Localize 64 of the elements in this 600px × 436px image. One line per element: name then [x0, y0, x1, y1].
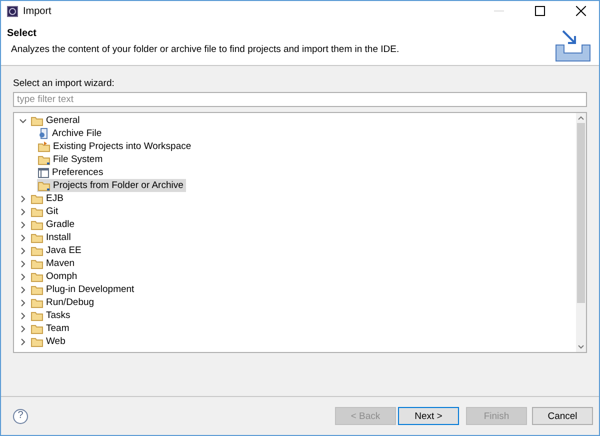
tree-item[interactable]: Gradle: [30, 218, 78, 231]
window-title: Import: [23, 6, 52, 16]
close-icon[interactable]: [576, 6, 586, 16]
tree-item[interactable]: Java EE: [30, 244, 84, 257]
folder-icon: [31, 194, 43, 204]
chevron-down-icon[interactable]: [19, 116, 27, 124]
tree-item[interactable]: Team: [30, 322, 72, 335]
chevron-right-icon[interactable]: [19, 208, 27, 216]
folder-with-arrow-icon: [38, 141, 50, 152]
page-description: Analyzes the content of your folder or archive file to find projects and import them in the IDE.: [10, 44, 400, 55]
folder-icon: [31, 116, 43, 126]
tree-item[interactable]: General: [30, 114, 83, 127]
tree-item[interactable]: Run/Debug: [30, 296, 98, 309]
chevron-right-icon[interactable]: [19, 312, 27, 320]
help-button[interactable]: ?: [13, 408, 28, 424]
dialog-button[interactable]: Next >: [398, 407, 459, 425]
tree-item[interactable]: Projects from Folder or Archive: [37, 179, 186, 192]
chevron-right-icon[interactable]: [19, 298, 27, 306]
chevron-right-icon[interactable]: [19, 286, 27, 294]
chevron-right-icon[interactable]: [19, 246, 27, 254]
dialog-button[interactable]: Cancel: [532, 407, 593, 425]
chevron-right-icon[interactable]: [19, 234, 27, 242]
jar-file-icon: [38, 128, 49, 139]
scroll-down-icon[interactable]: [578, 345, 584, 349]
folder-icon: [31, 284, 43, 294]
folder-icon: [31, 272, 43, 282]
scrollbar[interactable]: [576, 113, 586, 352]
window-icon: [38, 168, 49, 178]
chevron-right-icon[interactable]: [19, 194, 27, 202]
folder-icon: [31, 246, 43, 256]
tree-item[interactable]: Archive File: [37, 127, 105, 140]
tree-item[interactable]: Git: [30, 205, 62, 218]
chevron-right-icon[interactable]: [19, 324, 27, 332]
folder-icon: [31, 206, 43, 216]
chevron-right-icon[interactable]: [19, 338, 27, 346]
folder-icon: [31, 298, 43, 308]
folder-icon: [31, 310, 43, 320]
folder-icon: [38, 180, 50, 190]
filter-field[interactable]: type filter text: [13, 92, 587, 107]
chevron-right-icon[interactable]: [19, 220, 27, 228]
folder-icon: [31, 258, 43, 268]
wizard-label: Select an import wizard:: [13, 78, 116, 89]
folder-icon: [31, 336, 43, 346]
folder-icon: [38, 154, 50, 164]
scroll-up-icon[interactable]: [578, 116, 584, 120]
page-title: Select: [7, 28, 38, 39]
chevron-right-icon[interactable]: [19, 272, 27, 280]
folder-icon: [31, 232, 43, 242]
tree-item[interactable]: Oomph: [30, 270, 80, 283]
tree-item[interactable]: Maven: [30, 257, 78, 270]
maximize-icon[interactable]: [535, 6, 545, 16]
tree-item[interactable]: File System: [37, 153, 106, 166]
scrollbar-thumb[interactable]: [577, 123, 585, 303]
tree-item[interactable]: Existing Projects into Workspace: [37, 140, 194, 153]
chevron-right-icon[interactable]: [19, 260, 27, 268]
tree-item[interactable]: Tasks: [30, 309, 74, 322]
tree-item[interactable]: Install: [30, 231, 74, 244]
folder-icon: [31, 324, 43, 334]
tree-item[interactable]: EJB: [30, 192, 66, 205]
app-logo-icon: [7, 6, 18, 16]
folder-icon: [31, 220, 43, 230]
tree-item[interactable]: Preferences: [37, 166, 106, 179]
tree-item[interactable]: Web: [30, 335, 68, 348]
tree-item[interactable]: Plug-in Development: [30, 283, 138, 296]
